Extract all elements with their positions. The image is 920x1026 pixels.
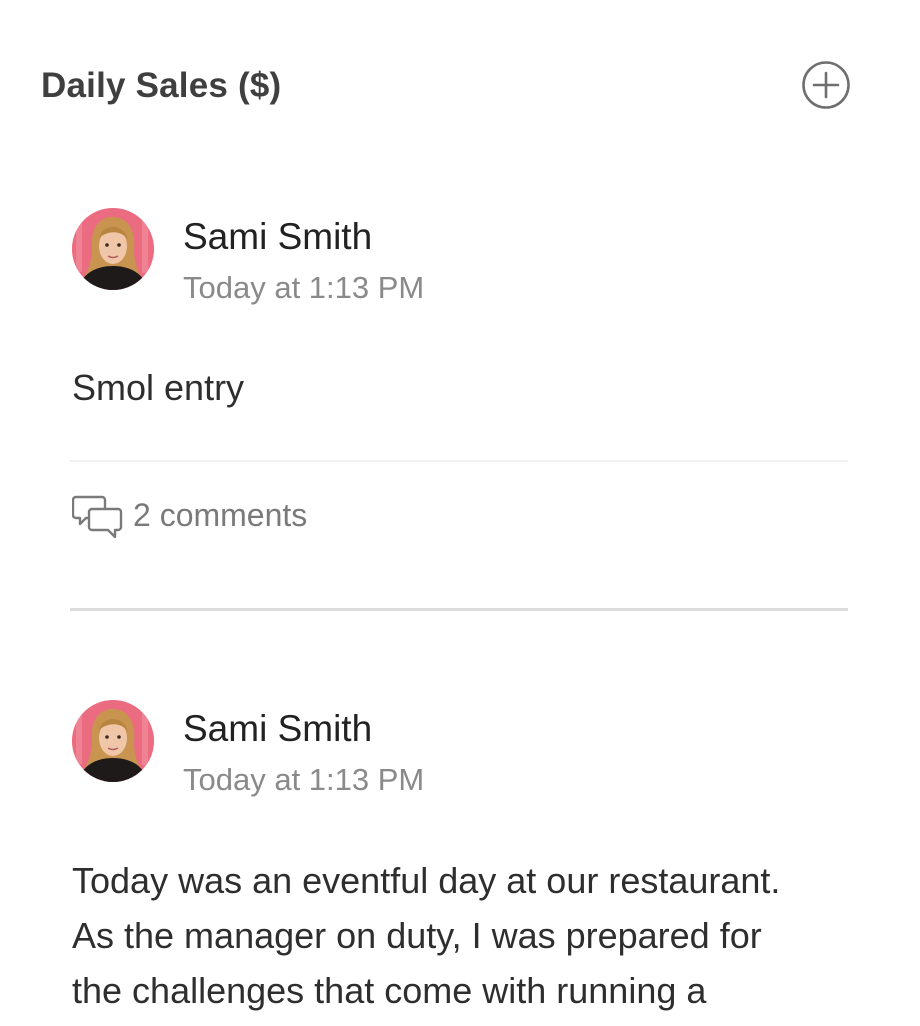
avatar[interactable]: [72, 700, 154, 782]
entry-body: Smol entry: [72, 367, 245, 408]
page-header: Daily Sales ($): [41, 60, 851, 112]
add-entry-button[interactable]: [801, 60, 851, 110]
entry-body: Today was an eventful day at our restaur…: [72, 853, 862, 1018]
author-name[interactable]: Sami Smith: [183, 216, 372, 258]
entry-timestamp: Today at 1:13 PM: [183, 762, 425, 797]
avatar[interactable]: [72, 208, 154, 290]
author-name[interactable]: Sami Smith: [183, 708, 372, 750]
plus-circle-icon: [802, 61, 850, 109]
divider: [70, 460, 848, 462]
entry-timestamp: Today at 1:13 PM: [183, 270, 425, 305]
comments-count[interactable]: 2 comments: [133, 497, 307, 534]
speech-bubbles-icon: [72, 495, 123, 539]
page: Daily Sales ($) Sami Smith Today at 1:13…: [0, 0, 920, 1026]
entry-body-line: Today was an eventful day at our restaur…: [72, 860, 781, 901]
page-title: Daily Sales ($): [41, 66, 282, 105]
entry-body-line: the challenges that come with running a: [72, 970, 707, 1011]
entry-separator: [70, 608, 848, 611]
entry-body-line: As the manager on duty, I was prepared f…: [72, 915, 762, 956]
